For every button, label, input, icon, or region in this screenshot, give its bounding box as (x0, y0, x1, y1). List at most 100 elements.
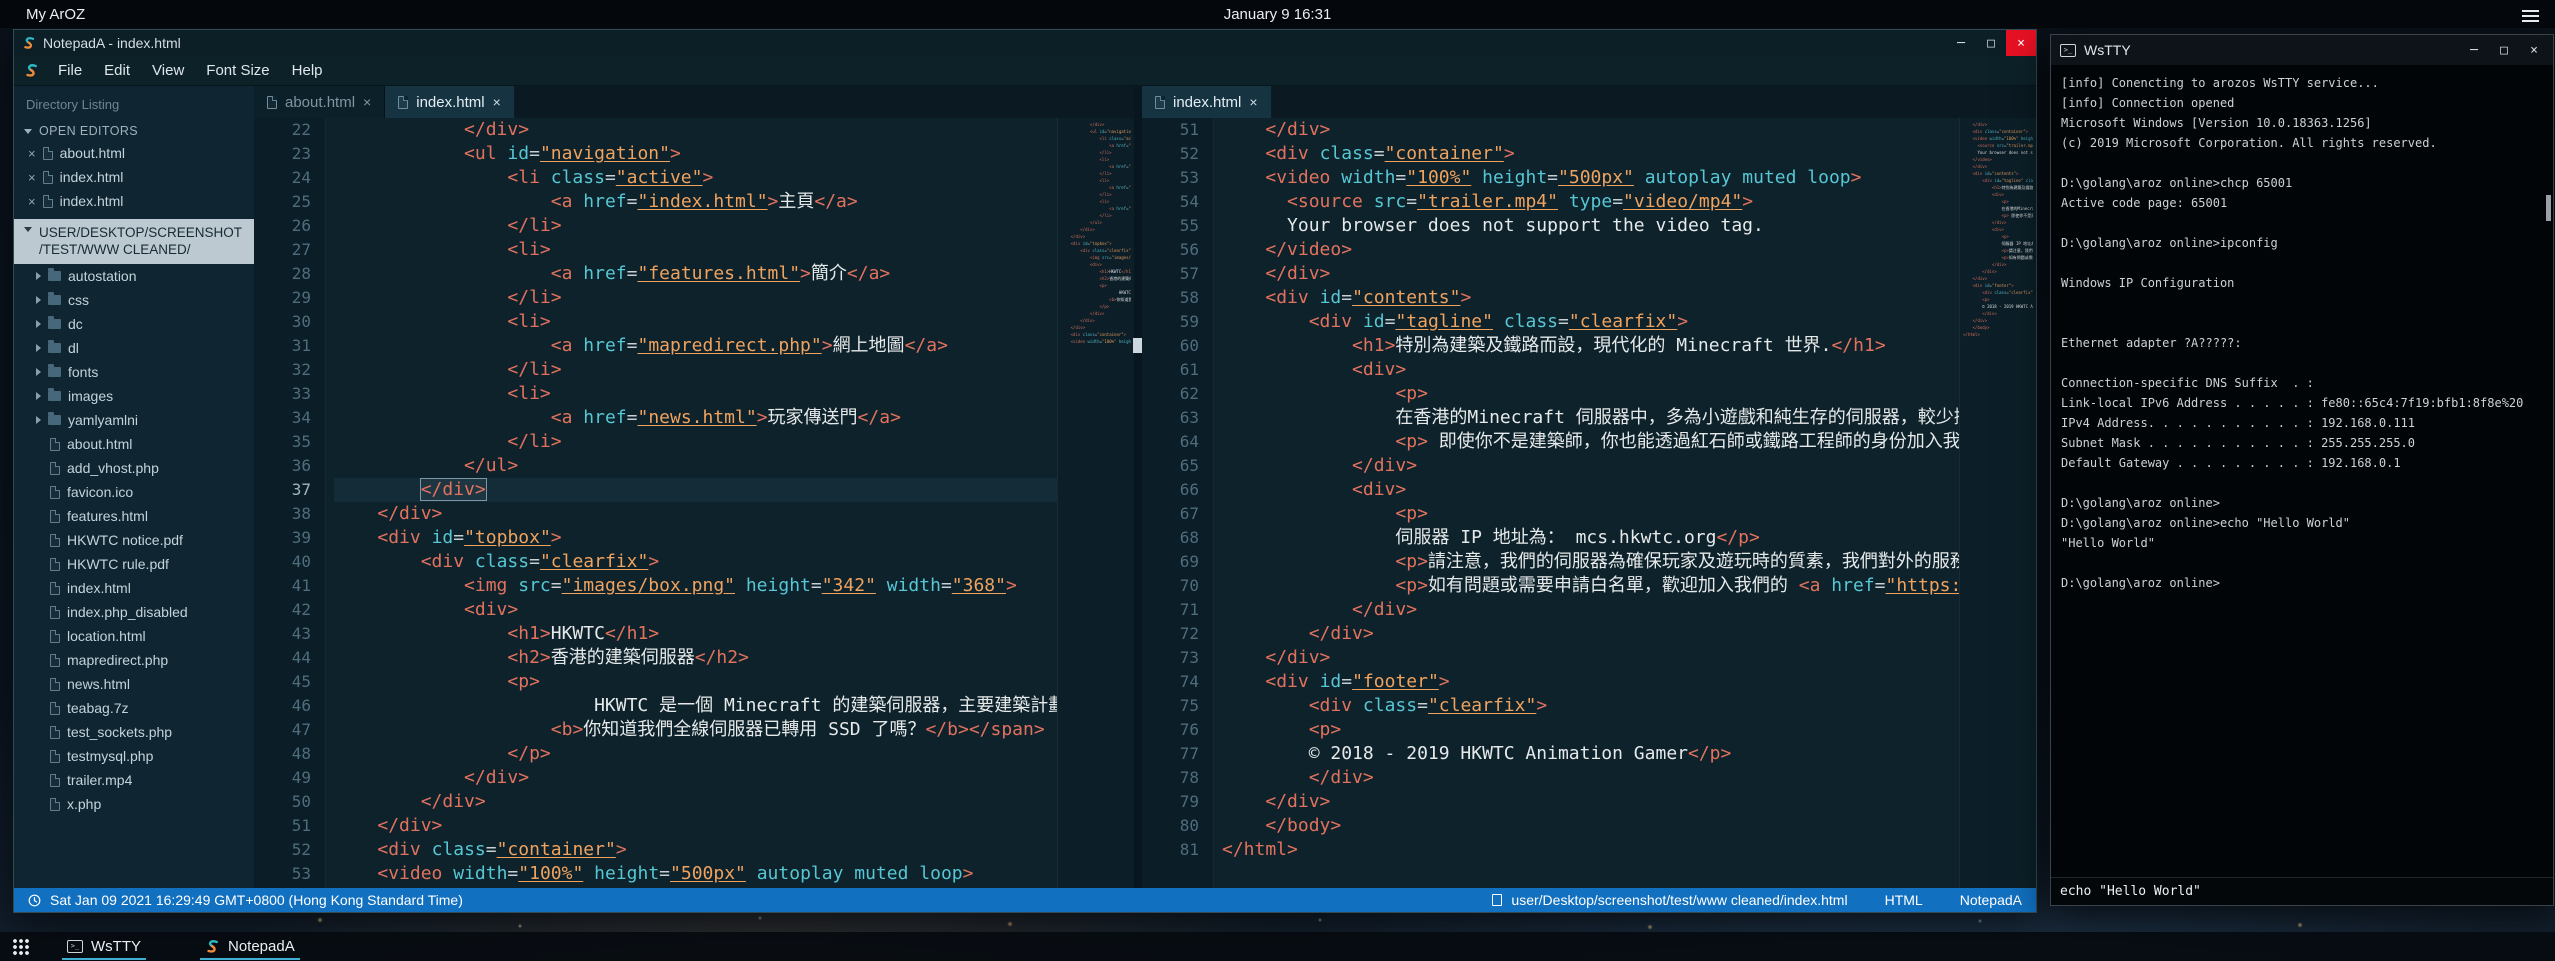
tab-index.html[interactable]: index.html (1142, 86, 1272, 118)
code-line[interactable]: <video width="100%" height="500px" autop… (334, 862, 1057, 886)
code-line[interactable]: <li> (334, 310, 1057, 334)
file-item[interactable]: index.html (14, 576, 254, 600)
open-editor-item[interactable]: index.html (14, 165, 254, 189)
tab-about.html[interactable]: about.html (254, 86, 385, 118)
code-line[interactable]: <div id="contents"> (1222, 286, 1959, 310)
folder-item[interactable]: yamlyamlni (14, 408, 254, 432)
tab-close-icon[interactable] (363, 95, 371, 109)
code-line[interactable]: <a href="features.html">簡介</a> (334, 262, 1057, 286)
code-line[interactable]: </div> (334, 790, 1057, 814)
code-line[interactable]: </div> (334, 502, 1057, 526)
taskbar-item-wstty[interactable]: WsTTY (59, 932, 149, 961)
code-editor[interactable]: 5152535455565758596061626364656667686970… (1142, 118, 2036, 888)
code-line[interactable]: <div id="tagline" class="clearfix"> (1222, 310, 1959, 334)
notepada-minimize-button[interactable]: ─ (1946, 30, 1976, 56)
code-line[interactable]: <p> (1222, 382, 1959, 406)
code-line[interactable]: </div> (1222, 118, 1959, 142)
tab-close-icon[interactable] (1249, 95, 1257, 109)
taskbar-item-notepada[interactable]: NotepadA (197, 932, 303, 961)
wstty-minimize-button[interactable]: ─ (2459, 35, 2489, 65)
code-line[interactable]: <a href="news.html">玩家傳送門</a> (334, 406, 1057, 430)
folder-item[interactable]: fonts (14, 360, 254, 384)
folder-item[interactable]: autostation (14, 264, 254, 288)
notepada-titlebar[interactable]: NotepadA - index.html ─ □ × (14, 30, 2036, 56)
code-line[interactable]: <li> (334, 382, 1057, 406)
file-item[interactable]: testmysql.php (14, 744, 254, 768)
code-line[interactable]: <h1>HKWTC</h1> (334, 622, 1057, 646)
code-line[interactable]: </div> (1222, 598, 1959, 622)
hamburger-menu-icon[interactable] (2522, 7, 2539, 25)
file-item[interactable]: trailer.mp4 (14, 768, 254, 792)
open-editor-item[interactable]: index.html (14, 189, 254, 213)
code-line[interactable]: </ul> (334, 454, 1057, 478)
notepada-maximize-button[interactable]: □ (1976, 30, 2006, 56)
code-line[interactable]: </div> (334, 118, 1057, 142)
file-item[interactable]: about.html (14, 432, 254, 456)
code-line[interactable]: 在香港的Minecraft 伺服器中，多為小遊戲和純生存的伺服器，較少擁有 (1222, 406, 1959, 430)
folder-item[interactable]: images (14, 384, 254, 408)
close-icon[interactable] (28, 195, 36, 208)
code-line[interactable]: </div> (334, 766, 1057, 790)
code-line[interactable]: </video> (1222, 238, 1959, 262)
file-item[interactable]: HKWTC notice.pdf (14, 528, 254, 552)
folder-item[interactable]: dc (14, 312, 254, 336)
menu-file[interactable]: File (47, 62, 93, 79)
tab-index.html[interactable]: index.html (385, 86, 515, 118)
code-line[interactable]: <div class="clearfix"> (334, 550, 1057, 574)
code-line[interactable]: <p>如有問題或需要申請白名單，歡迎加入我們的 <a href="https:/… (1222, 574, 1959, 598)
code-line[interactable]: <div class="container"> (1222, 142, 1959, 166)
file-item[interactable]: teabag.7z (14, 696, 254, 720)
code-line[interactable]: 伺服器 IP 地址為： mcs.hkwtc.org</p> (1222, 526, 1959, 550)
folder-item[interactable]: css (14, 288, 254, 312)
code-line[interactable]: </html> (1222, 838, 1959, 862)
code-line[interactable]: <p> (1222, 718, 1959, 742)
pane-splitter[interactable] (1134, 86, 1142, 888)
code-line[interactable]: </li> (334, 286, 1057, 310)
status-language[interactable]: HTML (1885, 892, 1923, 908)
code-line[interactable]: </li> (334, 214, 1057, 238)
folder-item[interactable]: dl (14, 336, 254, 360)
code-line[interactable]: HKWTC 是一個 Minecraft 的建築伺服器，主要建築計劃包括鐵路 (334, 694, 1057, 718)
code-line[interactable]: <div> (334, 598, 1057, 622)
code-line[interactable]: <a href="mapredirect.php">網上地圖</a> (334, 334, 1057, 358)
code-line[interactable]: <div class="container"> (334, 838, 1057, 862)
code-line[interactable]: <h1>特別為建築及鐵路而設，現代化的 Minecraft 世界.</h1> (1222, 334, 1959, 358)
menu-edit[interactable]: Edit (93, 62, 141, 79)
code-line[interactable]: </div> (1222, 646, 1959, 670)
terminal-output[interactable]: [info] Conencting to arozos WsTTY servic… (2051, 65, 2553, 877)
file-item[interactable]: news.html (14, 672, 254, 696)
code-line[interactable]: </div> (1222, 454, 1959, 478)
code-line[interactable]: </div> (1222, 790, 1959, 814)
wstty-titlebar[interactable]: WsTTY ─ □ × (2051, 35, 2553, 65)
code-line[interactable]: <video width="100%" height="500px" autop… (1222, 166, 1959, 190)
code-line[interactable]: <b>你知道我們全線伺服器已轉用 SSD 了嗎？</b></span> (334, 718, 1057, 742)
code-line[interactable]: <div> (1222, 358, 1959, 382)
file-item[interactable]: x.php (14, 792, 254, 816)
code-line[interactable]: <p> (334, 670, 1057, 694)
code-line[interactable]: <p> 即使你不是建築師，你也能透過紅石師或鐵路工程師的身份加入我 (1222, 430, 1959, 454)
menu-view[interactable]: View (141, 62, 195, 79)
code-line[interactable]: </div> (334, 814, 1057, 838)
open-editor-item[interactable]: about.html (14, 141, 254, 165)
file-item[interactable]: test_sockets.php (14, 720, 254, 744)
wstty-maximize-button[interactable]: □ (2489, 35, 2519, 65)
file-item[interactable]: HKWTC rule.pdf (14, 552, 254, 576)
file-item[interactable]: features.html (14, 504, 254, 528)
code-line[interactable]: </p> (334, 742, 1057, 766)
code-line[interactable]: </li> (334, 430, 1057, 454)
code-line[interactable]: <div id="footer"> (1222, 670, 1959, 694)
code-line[interactable]: <li class="active"> (334, 166, 1057, 190)
code-line[interactable]: <div id="topbox"> (334, 526, 1057, 550)
start-menu-button[interactable]: My ArOZ (26, 6, 85, 23)
file-item[interactable]: index.php_disabled (14, 600, 254, 624)
file-item[interactable]: add_vhost.php (14, 456, 254, 480)
minimap[interactable]: </div> <ul id="navigation"> <li class="a… (1057, 118, 1134, 888)
code-line[interactable]: </li> (334, 358, 1057, 382)
code-line[interactable]: <source src="trailer.mp4" type="video/mp… (1222, 190, 1959, 214)
minimap[interactable]: </div> <div class="container"> <video wi… (1959, 118, 2036, 888)
app-grid-icon[interactable] (12, 938, 29, 955)
file-item[interactable]: favicon.ico (14, 480, 254, 504)
code-line[interactable]: </body> (1222, 814, 1959, 838)
menu-help[interactable]: Help (281, 62, 334, 79)
open-editors-header[interactable]: OPEN EDITORS (14, 119, 254, 141)
